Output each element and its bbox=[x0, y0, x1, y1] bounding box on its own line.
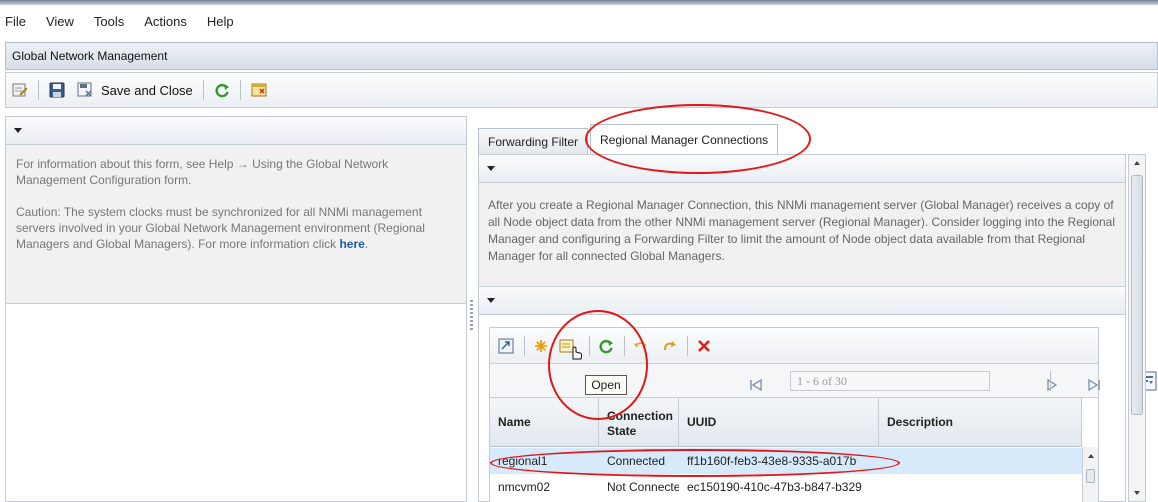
table-toolbar bbox=[490, 328, 1098, 364]
tab-forwarding-filter[interactable]: Forwarding Filter bbox=[478, 128, 589, 154]
first-page-icon[interactable] bbox=[748, 377, 764, 393]
row-description bbox=[879, 474, 1082, 500]
caution-suffix: . bbox=[364, 237, 369, 251]
tab-strip: Forwarding Filter Regional Manager Conne… bbox=[478, 124, 780, 154]
menu-actions[interactable]: Actions bbox=[144, 14, 187, 29]
table-row[interactable]: regional1 Connected ff1b160f-feb3-43e8-9… bbox=[490, 448, 1082, 474]
row-uuid: ec150190-410c-47b3-b847-b329 bbox=[687, 480, 862, 494]
more-info-link[interactable]: here bbox=[339, 237, 364, 251]
save-icon bbox=[49, 82, 65, 98]
edit-form-button[interactable] bbox=[12, 82, 28, 98]
column-description[interactable]: Description bbox=[879, 398, 1082, 447]
refresh-icon[interactable] bbox=[598, 338, 614, 354]
last-page-icon[interactable] bbox=[1086, 377, 1102, 393]
menu-file[interactable]: File bbox=[5, 14, 26, 29]
toolbar-separator bbox=[687, 335, 688, 356]
collapse-caret-icon[interactable] bbox=[487, 166, 495, 171]
row-name: regional1 bbox=[498, 454, 548, 468]
right-section-header[interactable] bbox=[479, 155, 1125, 183]
edit-form-icon bbox=[12, 82, 28, 98]
scrollbar-thumb[interactable] bbox=[1086, 469, 1095, 483]
scroll-down-icon[interactable] bbox=[1134, 491, 1140, 495]
table-header: Name Connection State UUID Description bbox=[490, 398, 1082, 447]
left-section-header[interactable] bbox=[6, 117, 466, 145]
scroll-up-icon[interactable] bbox=[1134, 161, 1140, 165]
table-pager: 1 - 6 of 30 bbox=[490, 364, 1157, 398]
left-info-text: For information about this form, see Hel… bbox=[6, 145, 466, 304]
save-and-close-button[interactable]: Save and Close bbox=[77, 82, 193, 98]
toolbar-separator bbox=[202, 80, 204, 100]
row-description bbox=[879, 448, 1082, 474]
collapse-caret-icon[interactable] bbox=[14, 128, 22, 133]
toolbar-separator bbox=[1050, 371, 1051, 391]
page-scrollbar[interactable] bbox=[1128, 154, 1146, 502]
export-icon[interactable] bbox=[498, 338, 514, 354]
help-info-text: For information about this form, see Hel… bbox=[16, 157, 389, 187]
refresh-button[interactable] bbox=[214, 82, 230, 98]
row-connection-state: Not Connecte bbox=[607, 480, 679, 494]
menu-view[interactable]: View bbox=[46, 14, 74, 29]
left-info-pane: For information about this form, see Hel… bbox=[5, 116, 467, 502]
close-form-icon bbox=[251, 82, 267, 98]
table-row[interactable]: nmcvm02 Not Connecte ec150190-410c-47b3-… bbox=[490, 474, 1082, 500]
form-title-bar: Global Network Management bbox=[5, 42, 1158, 70]
splitter-handle[interactable] bbox=[470, 300, 473, 330]
new-icon[interactable] bbox=[533, 338, 549, 354]
scroll-up-icon[interactable] bbox=[1088, 454, 1094, 458]
redo-icon[interactable] bbox=[661, 338, 677, 354]
table-section-header[interactable] bbox=[479, 287, 1125, 315]
row-name: nmcvm02 bbox=[498, 480, 551, 494]
form-title: Global Network Management bbox=[12, 49, 168, 63]
next-page-icon[interactable] bbox=[1044, 377, 1060, 393]
delete-icon[interactable] bbox=[696, 338, 712, 354]
toolbar-separator bbox=[589, 335, 590, 356]
main-toolbar: Save and Close bbox=[5, 72, 1158, 108]
toolbar-separator bbox=[524, 335, 525, 356]
menu-tools[interactable]: Tools bbox=[94, 14, 124, 29]
column-connection-state[interactable]: Connection State bbox=[599, 398, 679, 447]
row-connection-state: Connected bbox=[607, 454, 666, 468]
toolbar-separator bbox=[38, 80, 39, 100]
connections-table-panel: 1 - 6 of 30 Open Name Connection State U… bbox=[489, 327, 1157, 502]
column-name[interactable]: Name bbox=[490, 398, 599, 447]
regional-connection-info: After you create a Regional Manager Conn… bbox=[479, 183, 1125, 287]
toolbar-separator bbox=[624, 335, 625, 356]
table-scrollbar[interactable] bbox=[1082, 447, 1098, 502]
open-tooltip: Open bbox=[585, 375, 627, 395]
caution-text: Caution: The system clocks must be synch… bbox=[16, 204, 456, 252]
column-uuid[interactable]: UUID bbox=[679, 398, 879, 447]
tab-regional-manager-connections[interactable]: Regional Manager Connections bbox=[590, 124, 779, 154]
menubar: File View Tools Actions Help bbox=[0, 5, 1158, 37]
page-range-field[interactable]: 1 - 6 of 30 bbox=[790, 371, 990, 391]
save-and-close-label: Save and Close bbox=[101, 82, 193, 98]
close-form-button[interactable] bbox=[251, 82, 267, 98]
menu-help[interactable]: Help bbox=[207, 14, 234, 29]
save-button[interactable] bbox=[49, 82, 65, 98]
right-content-pane: After you create a Regional Manager Conn… bbox=[478, 154, 1157, 502]
save-close-icon bbox=[77, 82, 93, 98]
hand-cursor-icon bbox=[569, 344, 585, 360]
row-uuid: ff1b160f-feb3-43e8-9335-a017b bbox=[687, 454, 857, 468]
collapse-caret-icon[interactable] bbox=[487, 298, 495, 303]
toolbar-separator bbox=[239, 80, 241, 100]
undo-icon[interactable] bbox=[633, 338, 649, 354]
scrollbar-thumb[interactable] bbox=[1131, 175, 1143, 415]
refresh-icon bbox=[214, 82, 230, 98]
